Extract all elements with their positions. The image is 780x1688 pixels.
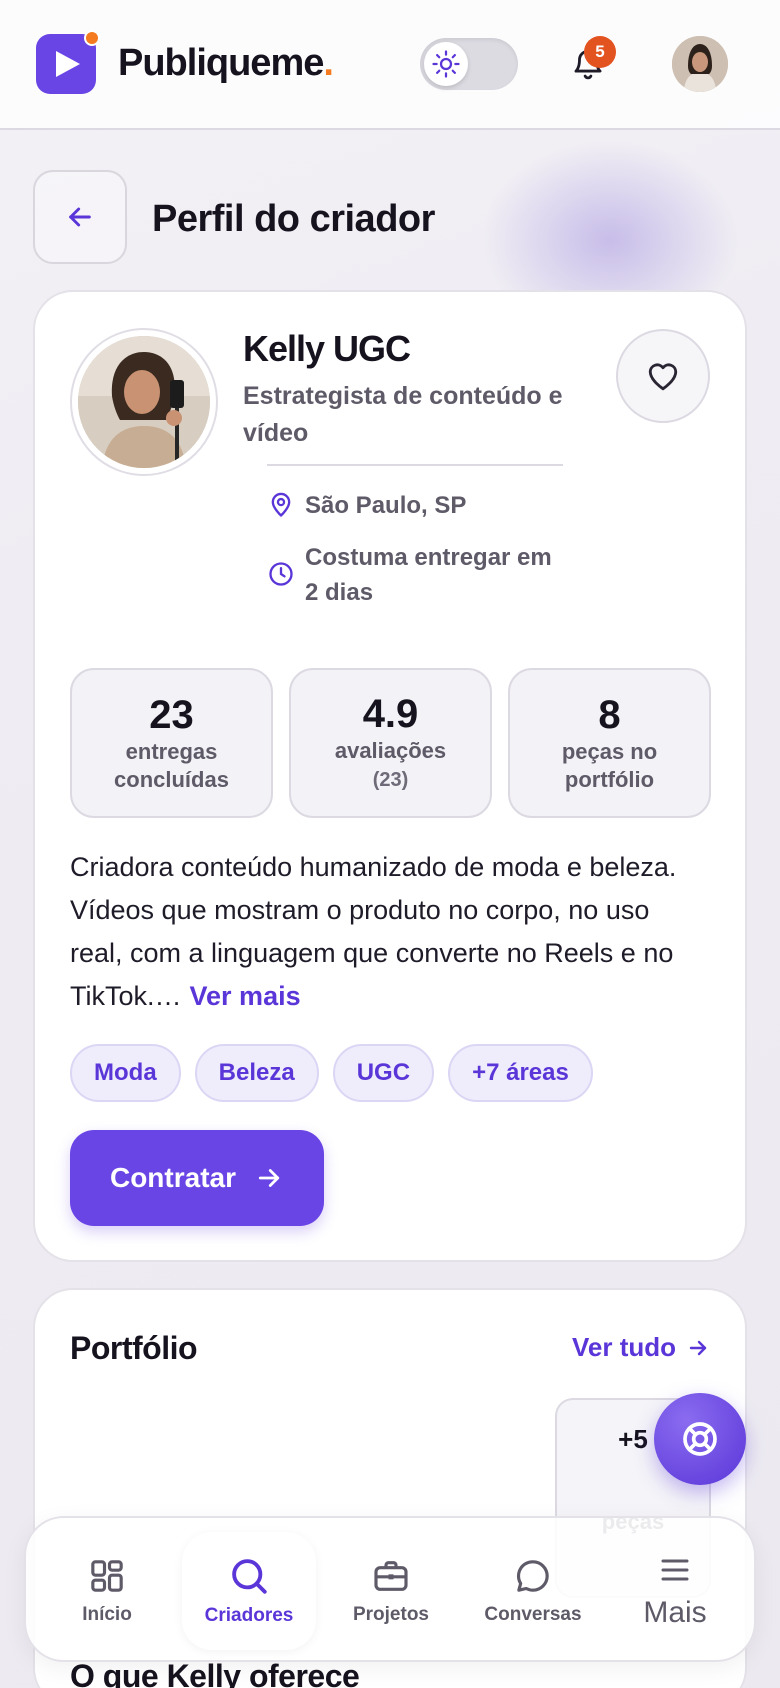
grid-icon xyxy=(91,1560,123,1592)
stat-value: 23 xyxy=(149,693,194,737)
logo-icon[interactable] xyxy=(36,30,100,94)
tag-ugc[interactable]: UGC xyxy=(332,1044,435,1102)
menu-icon xyxy=(661,1559,689,1581)
notification-badge: 5 xyxy=(584,36,616,68)
nav-label: Projetos xyxy=(352,1604,430,1625)
tag-list: Moda Beleza UGC +7 áreas xyxy=(70,1044,593,1102)
nav-item-criadores[interactable]: Criadores xyxy=(182,1532,316,1650)
see-more-link[interactable]: Ver mais xyxy=(190,981,301,1011)
see-all-link[interactable]: Ver tudo xyxy=(572,1332,710,1363)
see-all-label: Ver tudo xyxy=(571,1332,676,1362)
back-button[interactable] xyxy=(33,170,127,264)
creator-photo xyxy=(70,328,218,476)
heart-icon xyxy=(648,363,678,391)
favorite-button[interactable] xyxy=(616,329,710,423)
stat-value: 8 xyxy=(598,693,621,737)
stat-portfolio: 8 peças no portfólio xyxy=(508,668,711,818)
creator-name: Kelly UGC xyxy=(243,328,411,369)
stat-label: avaliações xyxy=(334,738,447,763)
tag-moda[interactable]: Moda xyxy=(70,1044,181,1102)
delivery-row: Costuma entregar em 2 dias xyxy=(267,540,567,610)
user-avatar[interactable] xyxy=(672,36,728,92)
brand-name[interactable]: Publiqueme. xyxy=(118,42,334,85)
stat-deliveries: 23 entregas concluídas xyxy=(70,668,273,818)
chat-icon xyxy=(516,1560,549,1592)
stat-sublabel: (23) xyxy=(372,769,409,791)
nav-label: Início xyxy=(82,1604,132,1625)
nav-label: Conversas xyxy=(484,1604,582,1625)
tag-more-areas[interactable]: +7 áreas xyxy=(448,1044,593,1102)
tag-beleza[interactable]: Beleza xyxy=(194,1044,319,1102)
offers-section-title: O que Kelly oferece xyxy=(70,1658,360,1688)
stat-reviews[interactable]: 4.9 avaliações (23) xyxy=(289,668,492,818)
delivery-text: Costuma entregar em 2 dias xyxy=(305,544,552,606)
theme-toggle[interactable] xyxy=(420,38,518,90)
nav-item-inicio[interactable]: Início xyxy=(40,1532,174,1650)
arrow-right-icon xyxy=(258,1169,280,1187)
creator-profile-card: Kelly UGC Estrategista de conteúdo e víd… xyxy=(33,290,747,1262)
stat-label: peças no portfólio xyxy=(561,739,658,792)
arrow-right-icon xyxy=(689,1340,707,1355)
help-button[interactable] xyxy=(654,1393,746,1485)
stat-value: 4.9 xyxy=(362,692,419,736)
stats-row: 23 entregas concluídas 4.9 avaliações (2… xyxy=(70,668,711,818)
location-text: São Paulo, SP xyxy=(305,492,467,519)
nav-item-projetos[interactable]: Projetos xyxy=(324,1532,458,1650)
stat-label: entregas concluídas xyxy=(114,739,229,792)
app-header: Publiqueme. 5 xyxy=(0,0,780,130)
creator-bio: Criadora conteúdo humanizado de moda e b… xyxy=(70,846,680,1018)
hire-button-label: Contratar xyxy=(109,1162,236,1193)
nav-item-mais[interactable]: Mais xyxy=(608,1532,742,1650)
location-row: São Paulo, SP xyxy=(267,488,466,523)
divider xyxy=(267,464,563,466)
bottom-nav: Início Criadores Projetos Conversas Mais xyxy=(24,1516,756,1662)
lifebuoy-icon xyxy=(683,1422,717,1456)
sun-icon xyxy=(424,42,468,86)
bio-text: Criadora conteúdo humanizado de moda e b… xyxy=(70,852,677,1011)
portfolio-title: Portfólio xyxy=(70,1330,198,1366)
map-pin-icon xyxy=(271,492,291,517)
creator-role: Estrategista de conteúdo e vídeo xyxy=(243,382,563,447)
nav-item-conversas[interactable]: Conversas xyxy=(466,1532,600,1650)
hire-button[interactable]: Contratar xyxy=(70,1130,324,1226)
briefcase-icon xyxy=(374,1561,408,1591)
arrow-left-icon xyxy=(69,207,91,227)
page-title: Perfil do criador xyxy=(152,198,435,240)
nav-label: Criadores xyxy=(204,1605,294,1626)
nav-label: Mais xyxy=(643,1596,707,1629)
clock-icon xyxy=(269,562,293,586)
search-icon xyxy=(232,1559,267,1594)
